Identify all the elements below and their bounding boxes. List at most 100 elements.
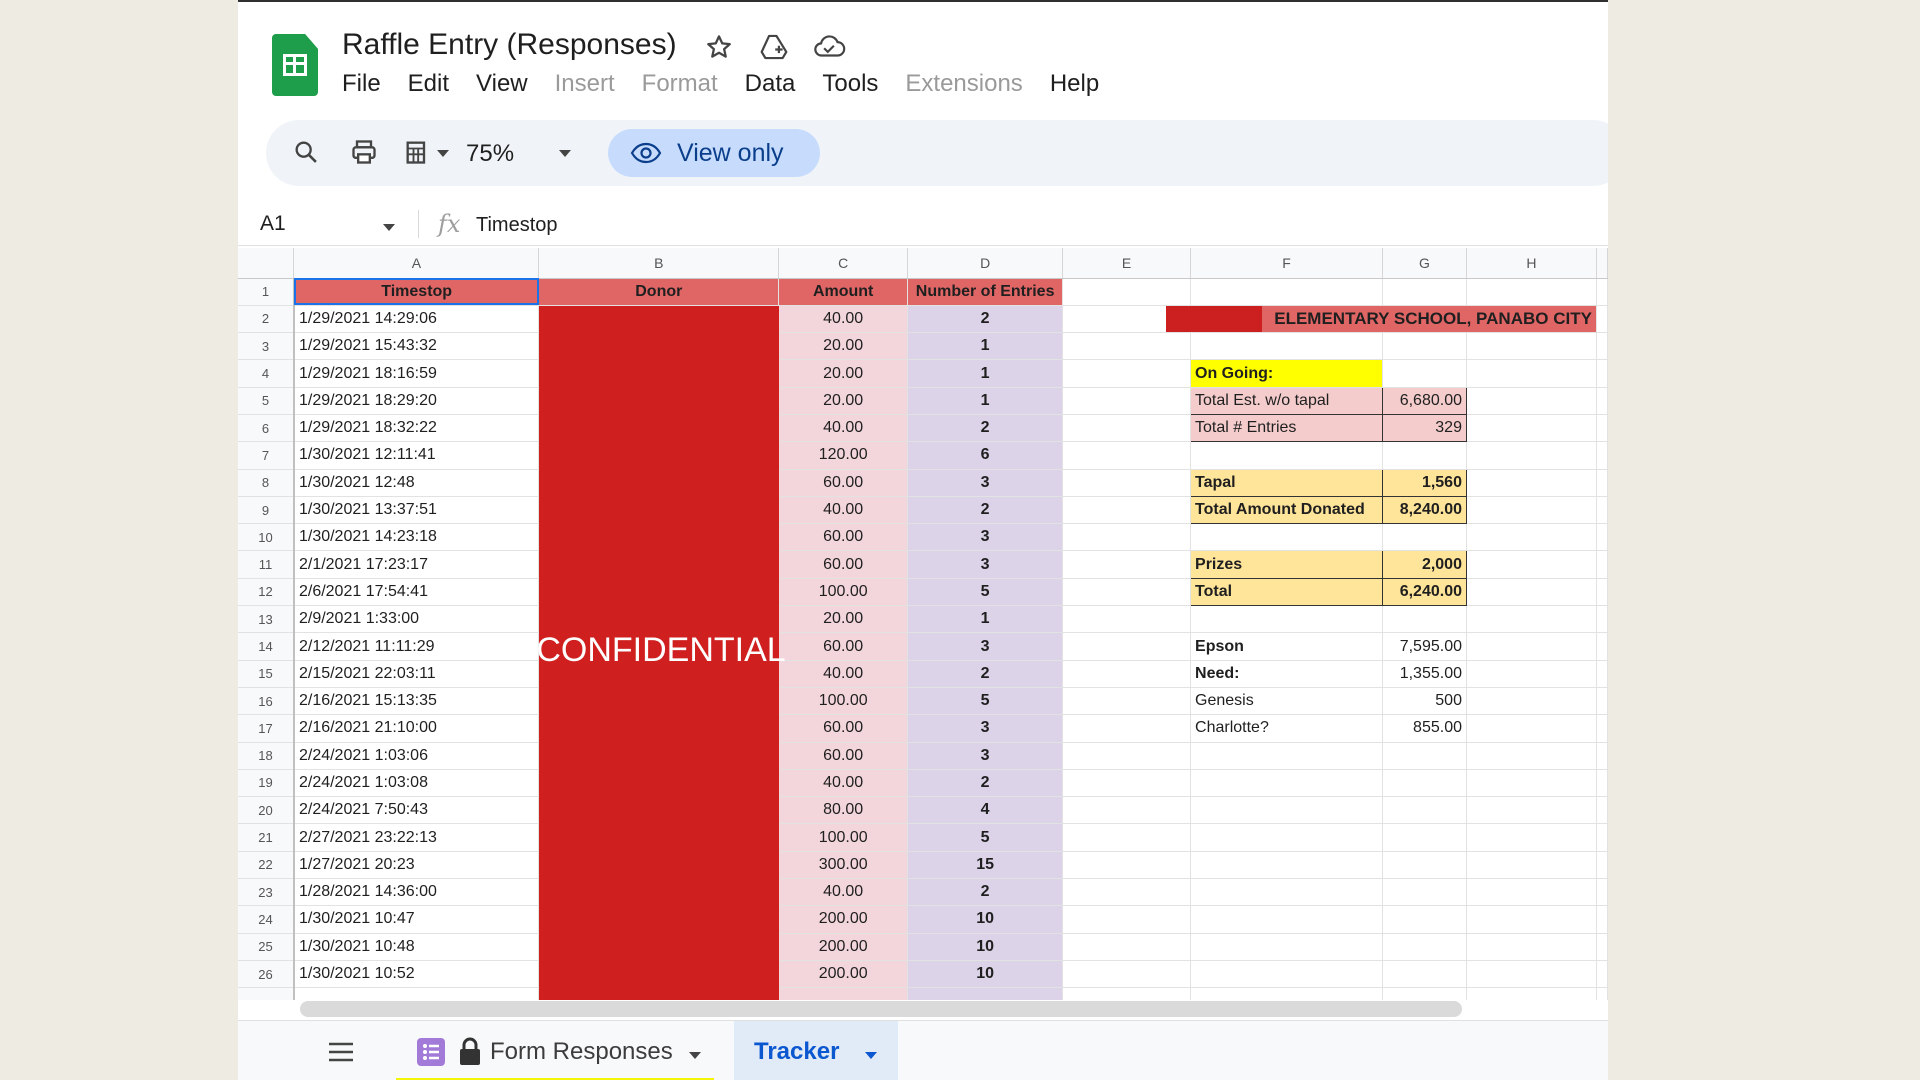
prizes-value[interactable]: 2,000 [1382,550,1467,579]
cloud-status-icon[interactable] [812,32,846,67]
entries-cell[interactable]: 2 [907,496,1064,525]
cell[interactable] [1596,632,1608,661]
header-timestop[interactable]: Timestop [293,278,540,306]
name-box[interactable]: A1 [260,212,286,236]
timestop-cell[interactable]: 2/15/2021 22:03:11 [293,660,540,688]
timestop-cell[interactable]: 1/30/2021 12:11:41 [293,441,540,470]
total-entries-value[interactable]: 329 [1382,413,1467,443]
donor-cell-redacted[interactable] [538,359,780,388]
total-est-label[interactable]: Total Est. w/o tapal [1190,386,1383,415]
donor-cell-redacted[interactable] [538,905,780,934]
menu-tools[interactable]: Tools [822,70,878,98]
timestop-cell[interactable]: 1/30/2021 10:47 [293,905,540,934]
entries-cell[interactable]: 2 [907,769,1064,798]
amount-cell[interactable]: 40.00 [778,305,909,334]
cell[interactable] [907,987,1064,1000]
cell[interactable] [1062,605,1192,634]
amount-cell[interactable]: 20.00 [778,387,909,415]
cell[interactable] [1190,796,1383,825]
row-header[interactable]: 9 [238,496,295,525]
cell[interactable] [1466,742,1597,770]
row-header[interactable]: 16 [238,687,295,716]
row-header[interactable]: 2 [238,305,295,334]
cell[interactable] [1382,441,1467,470]
print-icon[interactable] [350,138,378,171]
cell[interactable] [1062,332,1192,361]
cell[interactable] [1596,660,1608,688]
total-value[interactable]: 6,240.00 [1382,577,1467,607]
cell[interactable] [1190,605,1383,634]
cell[interactable] [1382,823,1467,852]
cell[interactable] [1596,714,1608,743]
cell[interactable] [1190,987,1383,1000]
cell[interactable] [1190,332,1383,361]
timestop-cell[interactable]: 1/28/2021 14:36:00 [293,878,540,907]
row-header[interactable]: 13 [238,605,295,634]
cell[interactable] [1596,305,1608,334]
donor-cell-redacted[interactable] [538,387,780,415]
cell[interactable] [1466,578,1597,607]
timestop-cell[interactable]: 2/12/2021 11:11:29 [293,632,540,661]
row-header[interactable] [238,987,295,1000]
amount-cell[interactable]: 20.00 [778,605,909,634]
cell[interactable] [1596,905,1608,934]
cell[interactable] [1190,769,1383,798]
cell[interactable] [1466,278,1597,306]
amount-cell[interactable]: 300.00 [778,851,909,880]
tab-dropdown-icon[interactable] [864,1048,878,1066]
row-header[interactable]: 20 [238,796,295,825]
cell[interactable] [1190,523,1383,552]
entries-cell[interactable]: 3 [907,550,1064,579]
donor-cell-redacted[interactable] [538,632,780,661]
genesis-label[interactable]: Genesis [1190,687,1383,716]
cell[interactable] [1382,960,1467,989]
cell[interactable] [1382,523,1467,552]
donor-cell-redacted[interactable] [538,687,780,716]
row-header[interactable]: 6 [238,414,295,443]
cell[interactable] [1382,878,1467,907]
cell[interactable] [1596,414,1608,443]
donor-cell-redacted[interactable] [538,742,780,770]
cell[interactable] [1466,933,1597,961]
cell[interactable] [1466,796,1597,825]
donor-cell-redacted[interactable] [538,660,780,688]
cell[interactable] [1062,660,1192,688]
row-header[interactable]: 19 [238,769,295,798]
amount-cell[interactable]: 60.00 [778,523,909,552]
cell[interactable] [1062,578,1192,607]
cell[interactable] [1466,660,1597,688]
donor-cell-redacted[interactable] [538,796,780,825]
entries-cell[interactable]: 1 [907,332,1064,361]
entries-cell[interactable]: 2 [907,660,1064,688]
entries-cell[interactable]: 2 [907,305,1064,334]
epson-label[interactable]: Epson [1190,632,1383,661]
row-header[interactable]: 15 [238,660,295,688]
timestop-cell[interactable]: 2/1/2021 17:23:17 [293,550,540,579]
header-amount[interactable]: Amount [778,278,909,306]
cell[interactable] [1190,960,1383,989]
amount-cell[interactable]: 20.00 [778,332,909,361]
donor-cell-redacted[interactable] [538,878,780,907]
row-header[interactable]: 23 [238,878,295,907]
column-header-c[interactable]: C [778,248,909,279]
amount-cell[interactable]: 100.00 [778,578,909,607]
charlotte-label[interactable]: Charlotte? [1190,714,1383,743]
entries-cell[interactable]: 5 [907,687,1064,716]
cell[interactable] [1596,960,1608,989]
entries-cell[interactable]: 5 [907,823,1064,852]
cell[interactable] [778,987,909,1000]
cell[interactable] [1596,687,1608,716]
entries-cell[interactable]: 3 [907,632,1064,661]
total-donated-value[interactable]: 8,240.00 [1382,495,1467,525]
entries-cell[interactable]: 3 [907,714,1064,743]
prizes-label[interactable]: Prizes [1190,550,1383,579]
entries-cell[interactable]: 5 [907,578,1064,607]
amount-cell[interactable]: 60.00 [778,550,909,579]
row-header[interactable]: 1 [238,278,295,306]
total-entries-label[interactable]: Total # Entries [1190,413,1383,443]
cell[interactable] [1596,933,1608,961]
amount-cell[interactable]: 40.00 [778,660,909,688]
cell[interactable] [1596,742,1608,770]
cell[interactable] [1596,387,1608,415]
cell[interactable] [1596,469,1608,497]
